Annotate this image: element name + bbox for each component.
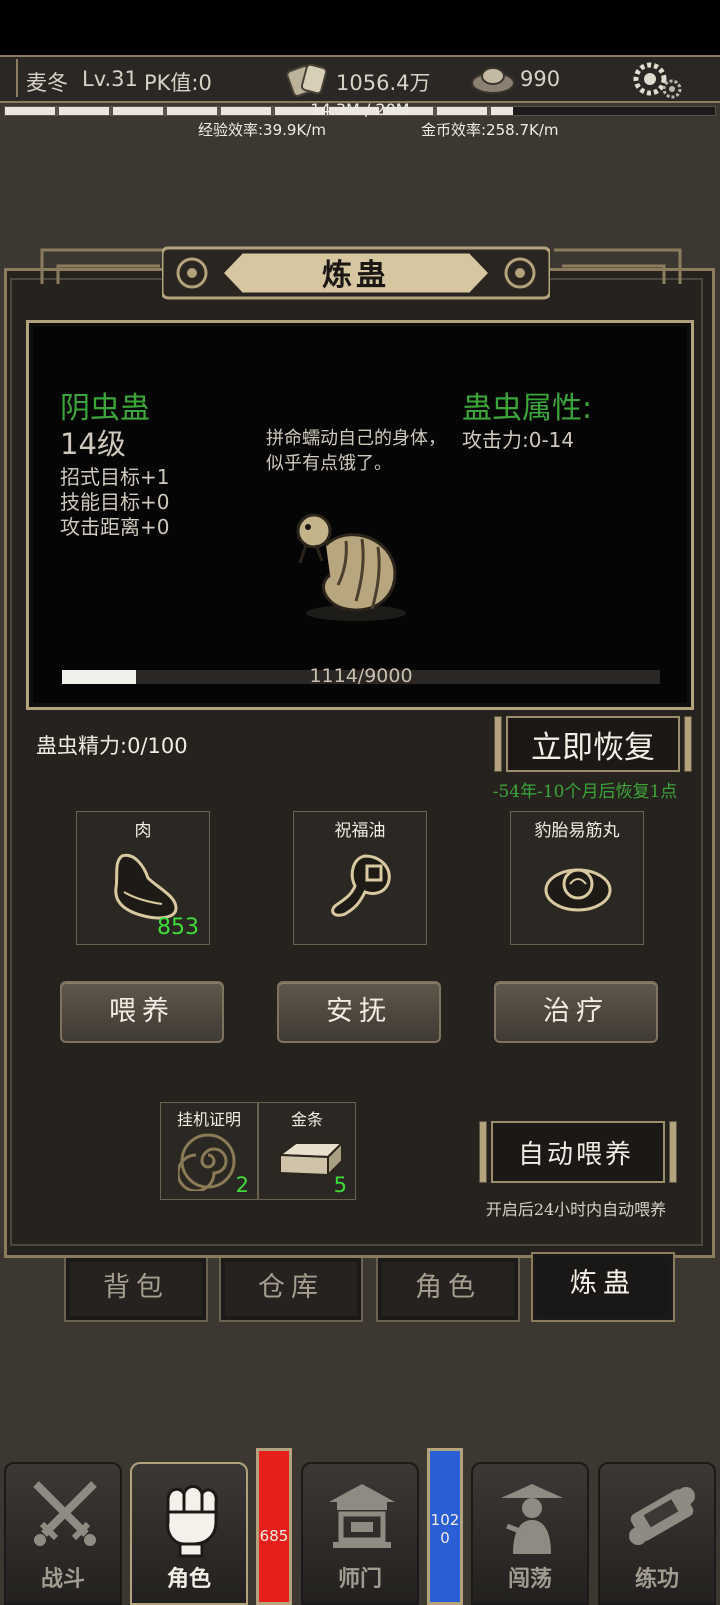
nav-label: 战斗	[40, 1566, 85, 1592]
gu-description: 拼命蠕动自己的身体，似乎有点饿了。	[266, 428, 446, 474]
corner-ornament-left	[2, 59, 18, 97]
top-resource-bar: 麦冬 Lv.31 PK值:0 1056.4万 990	[0, 55, 720, 103]
item-count: 853	[157, 915, 199, 940]
heal-button[interactable]: 治疗	[494, 981, 658, 1043]
item-slot-leopard-pill[interactable]: 豹胎易筋丸	[510, 811, 644, 945]
tab-bag[interactable]: 背包	[64, 1258, 208, 1322]
nav-character[interactable]: 角色	[130, 1462, 248, 1605]
gu-attr-title: 蛊虫属性:	[462, 391, 593, 426]
tab-character[interactable]: 角色	[376, 1258, 520, 1322]
hp-gauge: 685	[256, 1448, 292, 1605]
system-status-bar	[0, 0, 720, 55]
wanderer-icon	[501, 1484, 563, 1554]
tab-warehouse[interactable]: 仓库	[219, 1258, 363, 1322]
nav-label: 练功	[634, 1566, 679, 1592]
item-name: 金条	[290, 1110, 323, 1129]
soothe-button[interactable]: 安抚	[277, 981, 441, 1043]
item-slot-gold-bar[interactable]: 金条 5	[258, 1102, 356, 1200]
item-count: 2	[235, 1173, 249, 1197]
scroll-icon	[629, 1487, 695, 1545]
oil-gourd-icon	[331, 854, 391, 917]
player-name: 麦冬	[26, 71, 68, 95]
pk-value: PK值:0	[144, 71, 212, 95]
restore-hint: -54年-10个月后恢复1点	[492, 782, 678, 802]
item-slot-meat[interactable]: 肉 853	[76, 811, 210, 945]
nav-battle[interactable]: 战斗	[4, 1462, 122, 1605]
panel-title: 炼蛊	[322, 258, 390, 293]
settings-gear-icon[interactable]	[632, 59, 684, 105]
spiral-token-icon	[178, 1133, 236, 1191]
copper-amount: 1056.4万	[336, 71, 431, 95]
item-name: 肉	[134, 821, 152, 841]
player-level: Lv.31	[82, 67, 138, 91]
gold-ingot-icon	[470, 63, 516, 99]
hp-value: 685	[259, 1527, 289, 1545]
frame-ornament-left	[40, 248, 168, 284]
nav-sect[interactable]: 师门	[301, 1462, 419, 1605]
copper-coin-icon	[286, 60, 330, 102]
mp-value: 1020	[430, 1511, 460, 1547]
gu-energy: 蛊虫精力:0/100	[36, 734, 188, 758]
auto-feed-hint: 开启后24小时内自动喂养	[485, 1200, 667, 1219]
item-slot-blessing-oil[interactable]: 祝福油	[293, 811, 427, 945]
gold-amount: 990	[520, 67, 561, 91]
pill-bowl-icon	[544, 868, 612, 912]
fist-icon	[166, 1485, 218, 1558]
exp-progress-text: 14.3M / 20M	[310, 100, 410, 119]
gu-attr-value: 攻击力:0-14	[462, 428, 575, 452]
item-slot-idle-certificate[interactable]: 挂机证明 2	[160, 1102, 258, 1200]
exp-rate: 经验效率:39.9K/m	[198, 121, 326, 139]
nav-wander[interactable]: 闯荡	[471, 1462, 589, 1605]
auto-feed-button-label[interactable]: 自动喂养	[479, 1134, 673, 1171]
item-name: 豹胎易筋丸	[534, 821, 620, 841]
crossed-swords-icon	[33, 1481, 97, 1546]
gold-rate: 金币效率:258.7K/m	[421, 121, 559, 139]
tab-gu-refining[interactable]: 炼蛊	[531, 1252, 675, 1322]
item-name: 挂机证明	[176, 1110, 241, 1129]
restore-button-label[interactable]: 立即恢复	[494, 722, 692, 767]
gu-stat-3: 攻击距离+0	[60, 515, 170, 539]
meat-icon	[114, 853, 178, 920]
item-name: 祝福油	[334, 821, 386, 841]
nav-training[interactable]: 练功	[598, 1462, 716, 1605]
gu-level: 14级	[60, 427, 126, 461]
gu-progress-text: 1114/9000	[309, 665, 413, 687]
feed-button[interactable]: 喂养	[60, 981, 224, 1043]
nav-label: 师门	[337, 1566, 382, 1592]
gu-worm-image	[296, 513, 406, 621]
frame-ornament-right	[554, 248, 682, 284]
temple-icon	[329, 1484, 395, 1548]
nav-label: 闯荡	[507, 1566, 552, 1592]
nav-label: 角色	[166, 1566, 211, 1592]
item-count: 5	[333, 1173, 347, 1197]
mp-gauge: 1020	[427, 1448, 463, 1605]
